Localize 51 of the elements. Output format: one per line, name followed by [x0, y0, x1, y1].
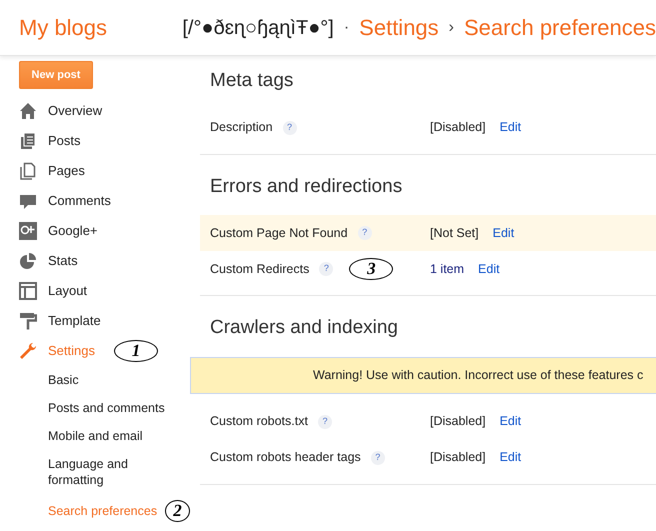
help-icon[interactable]: ? — [318, 414, 332, 428]
paint-roller-icon — [19, 312, 37, 330]
sidebar-item[interactable]: Overview — [19, 96, 102, 126]
edit-link[interactable]: Edit — [500, 118, 522, 137]
sidebar-item[interactable]: Template — [19, 306, 101, 336]
speech-bubble-icon — [19, 192, 37, 210]
section-heading: Errors and redirections — [209, 174, 404, 198]
setting-value: [Disabled] — [430, 413, 486, 430]
setting-value: [Disabled] — [430, 119, 486, 136]
setting-label: Custom Redirects — [210, 260, 310, 278]
breadcrumb-chevron: › — [448, 18, 454, 38]
setting-label: Custom Page Not Found — [210, 224, 348, 242]
sidebar-item[interactable]: Pages — [19, 156, 85, 186]
setting-value: 1 item — [430, 260, 464, 278]
help-icon[interactable]: ? — [282, 120, 297, 134]
sidebar-item[interactable]: Google+ — [19, 216, 98, 246]
setting-value: [Disabled] — [430, 449, 486, 466]
google-plus-icon — [19, 222, 37, 240]
sidebar-subitem[interactable]: Mobile and email — [48, 428, 178, 444]
help-icon[interactable]: ? — [370, 450, 385, 464]
sidebar-subitem[interactable]: Language and formatting — [48, 456, 178, 488]
layout-icon — [19, 282, 37, 300]
blog-title: [/°●ðɛɳ○ɧąɳìŦ●°] — [182, 16, 334, 40]
section-heading: Crawlers and indexing — [209, 316, 399, 340]
setting-label: Description — [210, 119, 273, 136]
edit-link[interactable]: Edit — [478, 260, 500, 278]
annotation-number: 1 — [114, 340, 158, 362]
edit-link[interactable]: Edit — [500, 448, 522, 467]
help-icon[interactable]: ? — [319, 262, 334, 276]
pie-chart-icon — [19, 252, 37, 270]
edit-link[interactable]: Edit — [500, 412, 522, 431]
breadcrumb-separator: · — [344, 18, 350, 38]
edit-link[interactable]: Edit — [492, 224, 514, 242]
setting-label: Custom robots header tags — [210, 449, 361, 466]
wrench-icon — [19, 342, 37, 360]
annotation-number: 3 — [349, 258, 394, 280]
sidebar-item[interactable]: Comments — [19, 186, 111, 216]
section-heading: Meta tags — [209, 69, 294, 93]
setting-value: [Not Set] — [430, 224, 479, 242]
setting-label: Custom robots.txt — [210, 413, 308, 430]
sidebar-item[interactable]: Stats — [19, 246, 78, 276]
pages-icon — [19, 162, 37, 180]
help-icon[interactable]: ? — [358, 226, 372, 240]
annotation-number: 2 — [165, 500, 190, 522]
warning-banner: Warning! Use with caution. Incorrect use of these features c — [190, 356, 656, 394]
sidebar-subitem[interactable]: Posts and comments — [48, 400, 178, 416]
document-stack-icon — [19, 132, 37, 150]
sidebar-item[interactable]: Layout — [19, 276, 88, 306]
sidebar-item[interactable]: Posts — [19, 126, 81, 156]
home-icon — [19, 102, 37, 120]
sidebar-subitem[interactable]: Basic — [48, 372, 178, 388]
